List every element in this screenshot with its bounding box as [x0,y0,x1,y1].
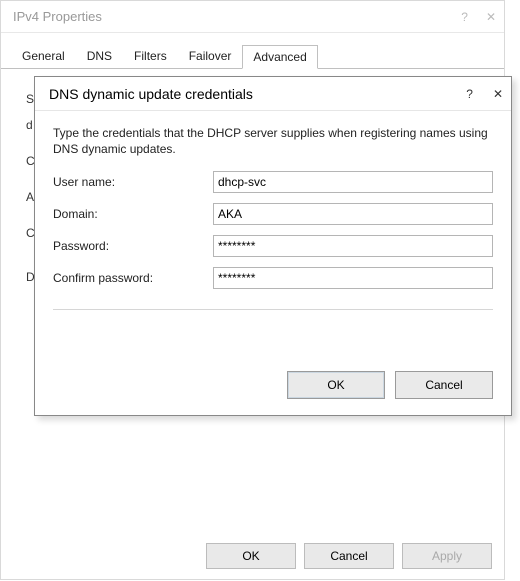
separator [53,309,493,310]
password-label: Password: [53,239,213,253]
close-icon[interactable]: ✕ [486,10,496,24]
close-icon[interactable]: ✕ [493,87,503,101]
confirm-password-label: Confirm password: [53,271,213,285]
apply-button: Apply [402,543,492,569]
help-icon[interactable]: ? [461,10,468,24]
username-label: User name: [53,175,213,189]
password-input[interactable] [213,235,493,257]
ok-button[interactable]: OK [206,543,296,569]
parent-window-controls: ? ✕ [461,10,496,24]
dialog-title: DNS dynamic update credentials [49,86,253,102]
cancel-button[interactable]: Cancel [395,371,493,399]
dialog-description: Type the credentials that the DHCP serve… [53,125,493,157]
dns-credentials-dialog: DNS dynamic update credentials ? ✕ Type … [34,76,512,416]
tab-dns[interactable]: DNS [76,44,123,68]
tab-general[interactable]: General [11,44,76,68]
dialog-button-row: OK Cancel [35,371,511,415]
dialog-titlebar: DNS dynamic update credentials ? ✕ [35,77,511,111]
tab-advanced[interactable]: Advanced [242,45,317,69]
parent-titlebar: IPv4 Properties ? ✕ [1,1,504,33]
username-input[interactable] [213,171,493,193]
row-password: Password: [53,235,493,257]
parent-button-row: OK Cancel Apply [206,543,492,569]
domain-label: Domain: [53,207,213,221]
tab-failover[interactable]: Failover [178,44,243,68]
tab-filters[interactable]: Filters [123,44,178,68]
domain-input[interactable] [213,203,493,225]
dialog-body: Type the credentials that the DHCP serve… [35,111,511,371]
row-confirm-password: Confirm password: [53,267,493,289]
cancel-button[interactable]: Cancel [304,543,394,569]
ok-button[interactable]: OK [287,371,385,399]
tab-strip: General DNS Filters Failover Advanced [1,33,504,69]
help-icon[interactable]: ? [466,87,473,101]
parent-title: IPv4 Properties [13,9,102,24]
dialog-window-controls: ? ✕ [466,87,503,101]
row-domain: Domain: [53,203,493,225]
row-username: User name: [53,171,493,193]
confirm-password-input[interactable] [213,267,493,289]
